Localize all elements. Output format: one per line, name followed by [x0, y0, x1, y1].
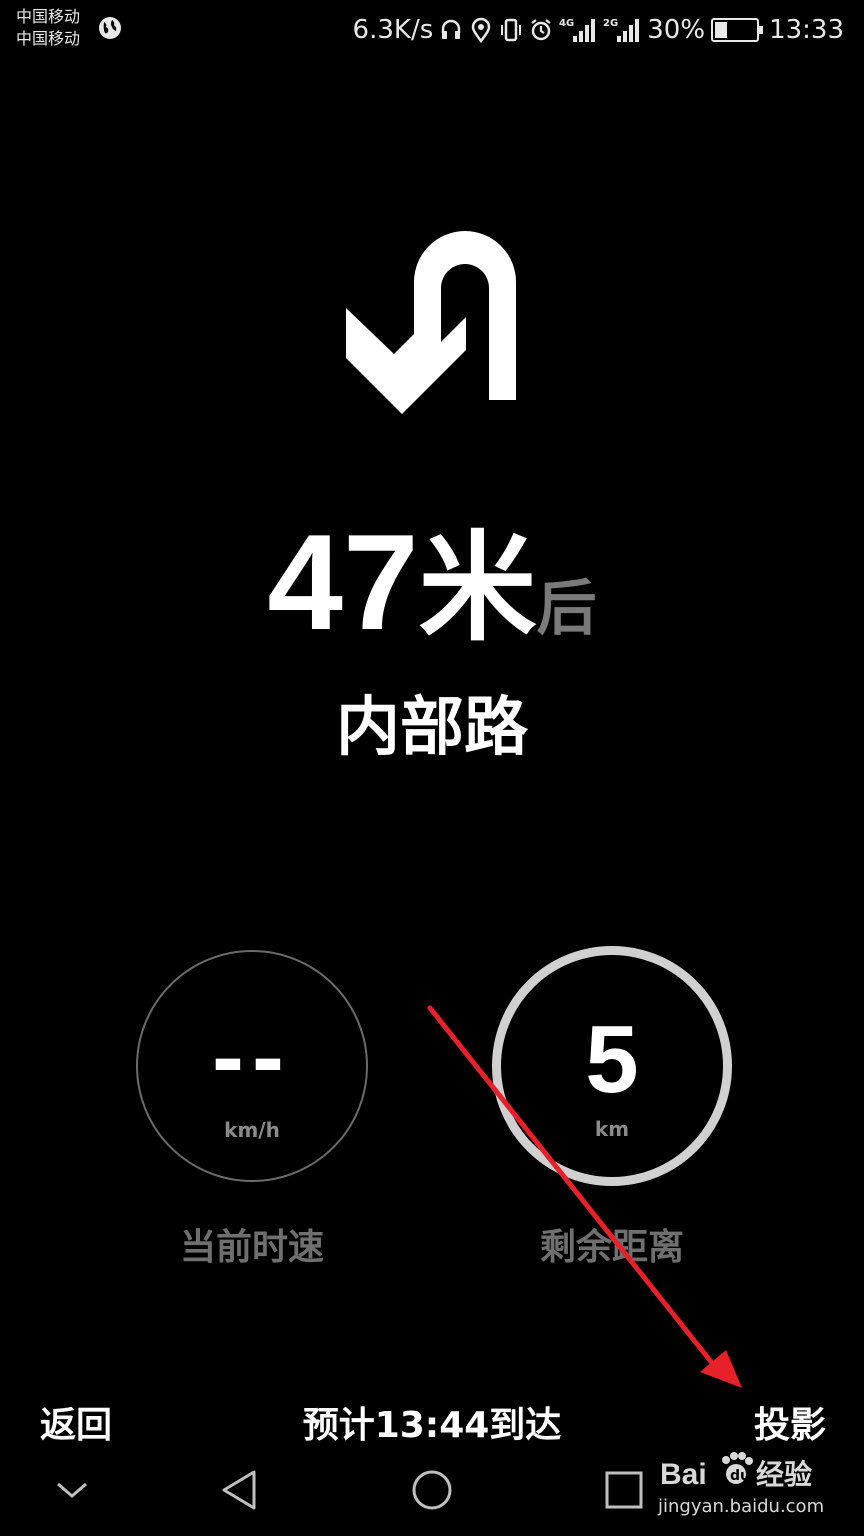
watermark-brand-cn: 经验 — [756, 1458, 812, 1491]
baidu-jingyan-watermark: Bai du 经验 jingyan.baidu.com — [657, 1452, 824, 1517]
svg-text:du: du — [730, 1468, 750, 1484]
chevron-down-icon[interactable] — [48, 1462, 96, 1518]
home-circle-icon[interactable] — [408, 1462, 456, 1518]
annotation-arrow — [427, 1005, 742, 1388]
paw-icon: du — [722, 1452, 753, 1484]
back-triangle-icon[interactable] — [216, 1462, 264, 1518]
watermark-brand: Bai — [660, 1458, 707, 1491]
eta-label: 预计13:44到达 — [302, 1405, 562, 1446]
projection-button[interactable]: 投影 — [754, 1396, 826, 1448]
recents-square-icon[interactable] — [600, 1462, 648, 1518]
watermark-url: jingyan.baidu.com — [657, 1496, 824, 1517]
